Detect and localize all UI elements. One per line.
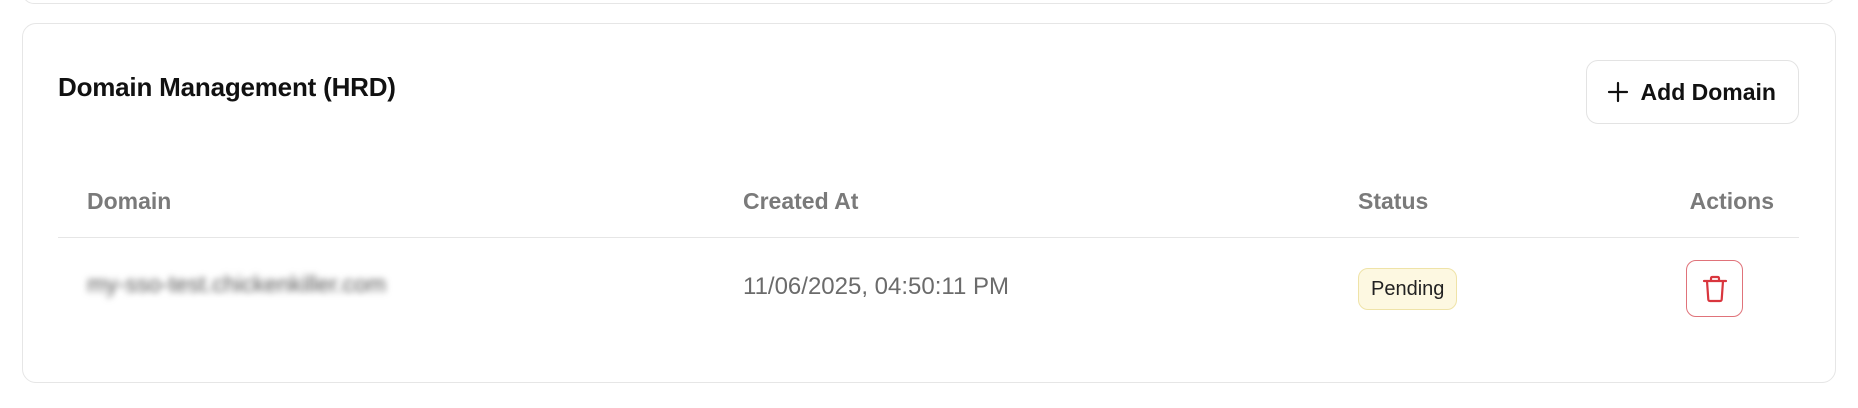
trash-icon bbox=[1702, 275, 1727, 302]
domain-management-card: Domain Management (HRD) Add Domain Domai… bbox=[22, 23, 1836, 383]
created-at-cell: 11/06/2025, 04:50:11 PM bbox=[743, 273, 1009, 300]
table-header: Domain Created At Status Actions bbox=[58, 174, 1799, 238]
card-title: Domain Management (HRD) bbox=[58, 72, 396, 102]
add-domain-label: Add Domain bbox=[1640, 78, 1776, 105]
column-header-status[interactable]: Status bbox=[1358, 188, 1428, 215]
domains-table: Domain Created At Status Actions my-sso-… bbox=[58, 174, 1799, 338]
add-domain-button[interactable]: Add Domain bbox=[1585, 60, 1799, 124]
status-badge: Pending bbox=[1358, 268, 1458, 310]
column-header-created-at[interactable]: Created At bbox=[743, 188, 858, 215]
delete-domain-button[interactable] bbox=[1686, 260, 1743, 317]
previous-card-edge bbox=[22, 0, 1836, 4]
domain-cell: my-sso-test.chickenkiller.com bbox=[87, 271, 387, 297]
table-row: my-sso-test.chickenkiller.com 11/06/2025… bbox=[58, 238, 1799, 338]
plus-icon bbox=[1607, 81, 1629, 103]
column-header-domain[interactable]: Domain bbox=[87, 188, 171, 215]
column-header-actions: Actions bbox=[1689, 188, 1774, 214]
